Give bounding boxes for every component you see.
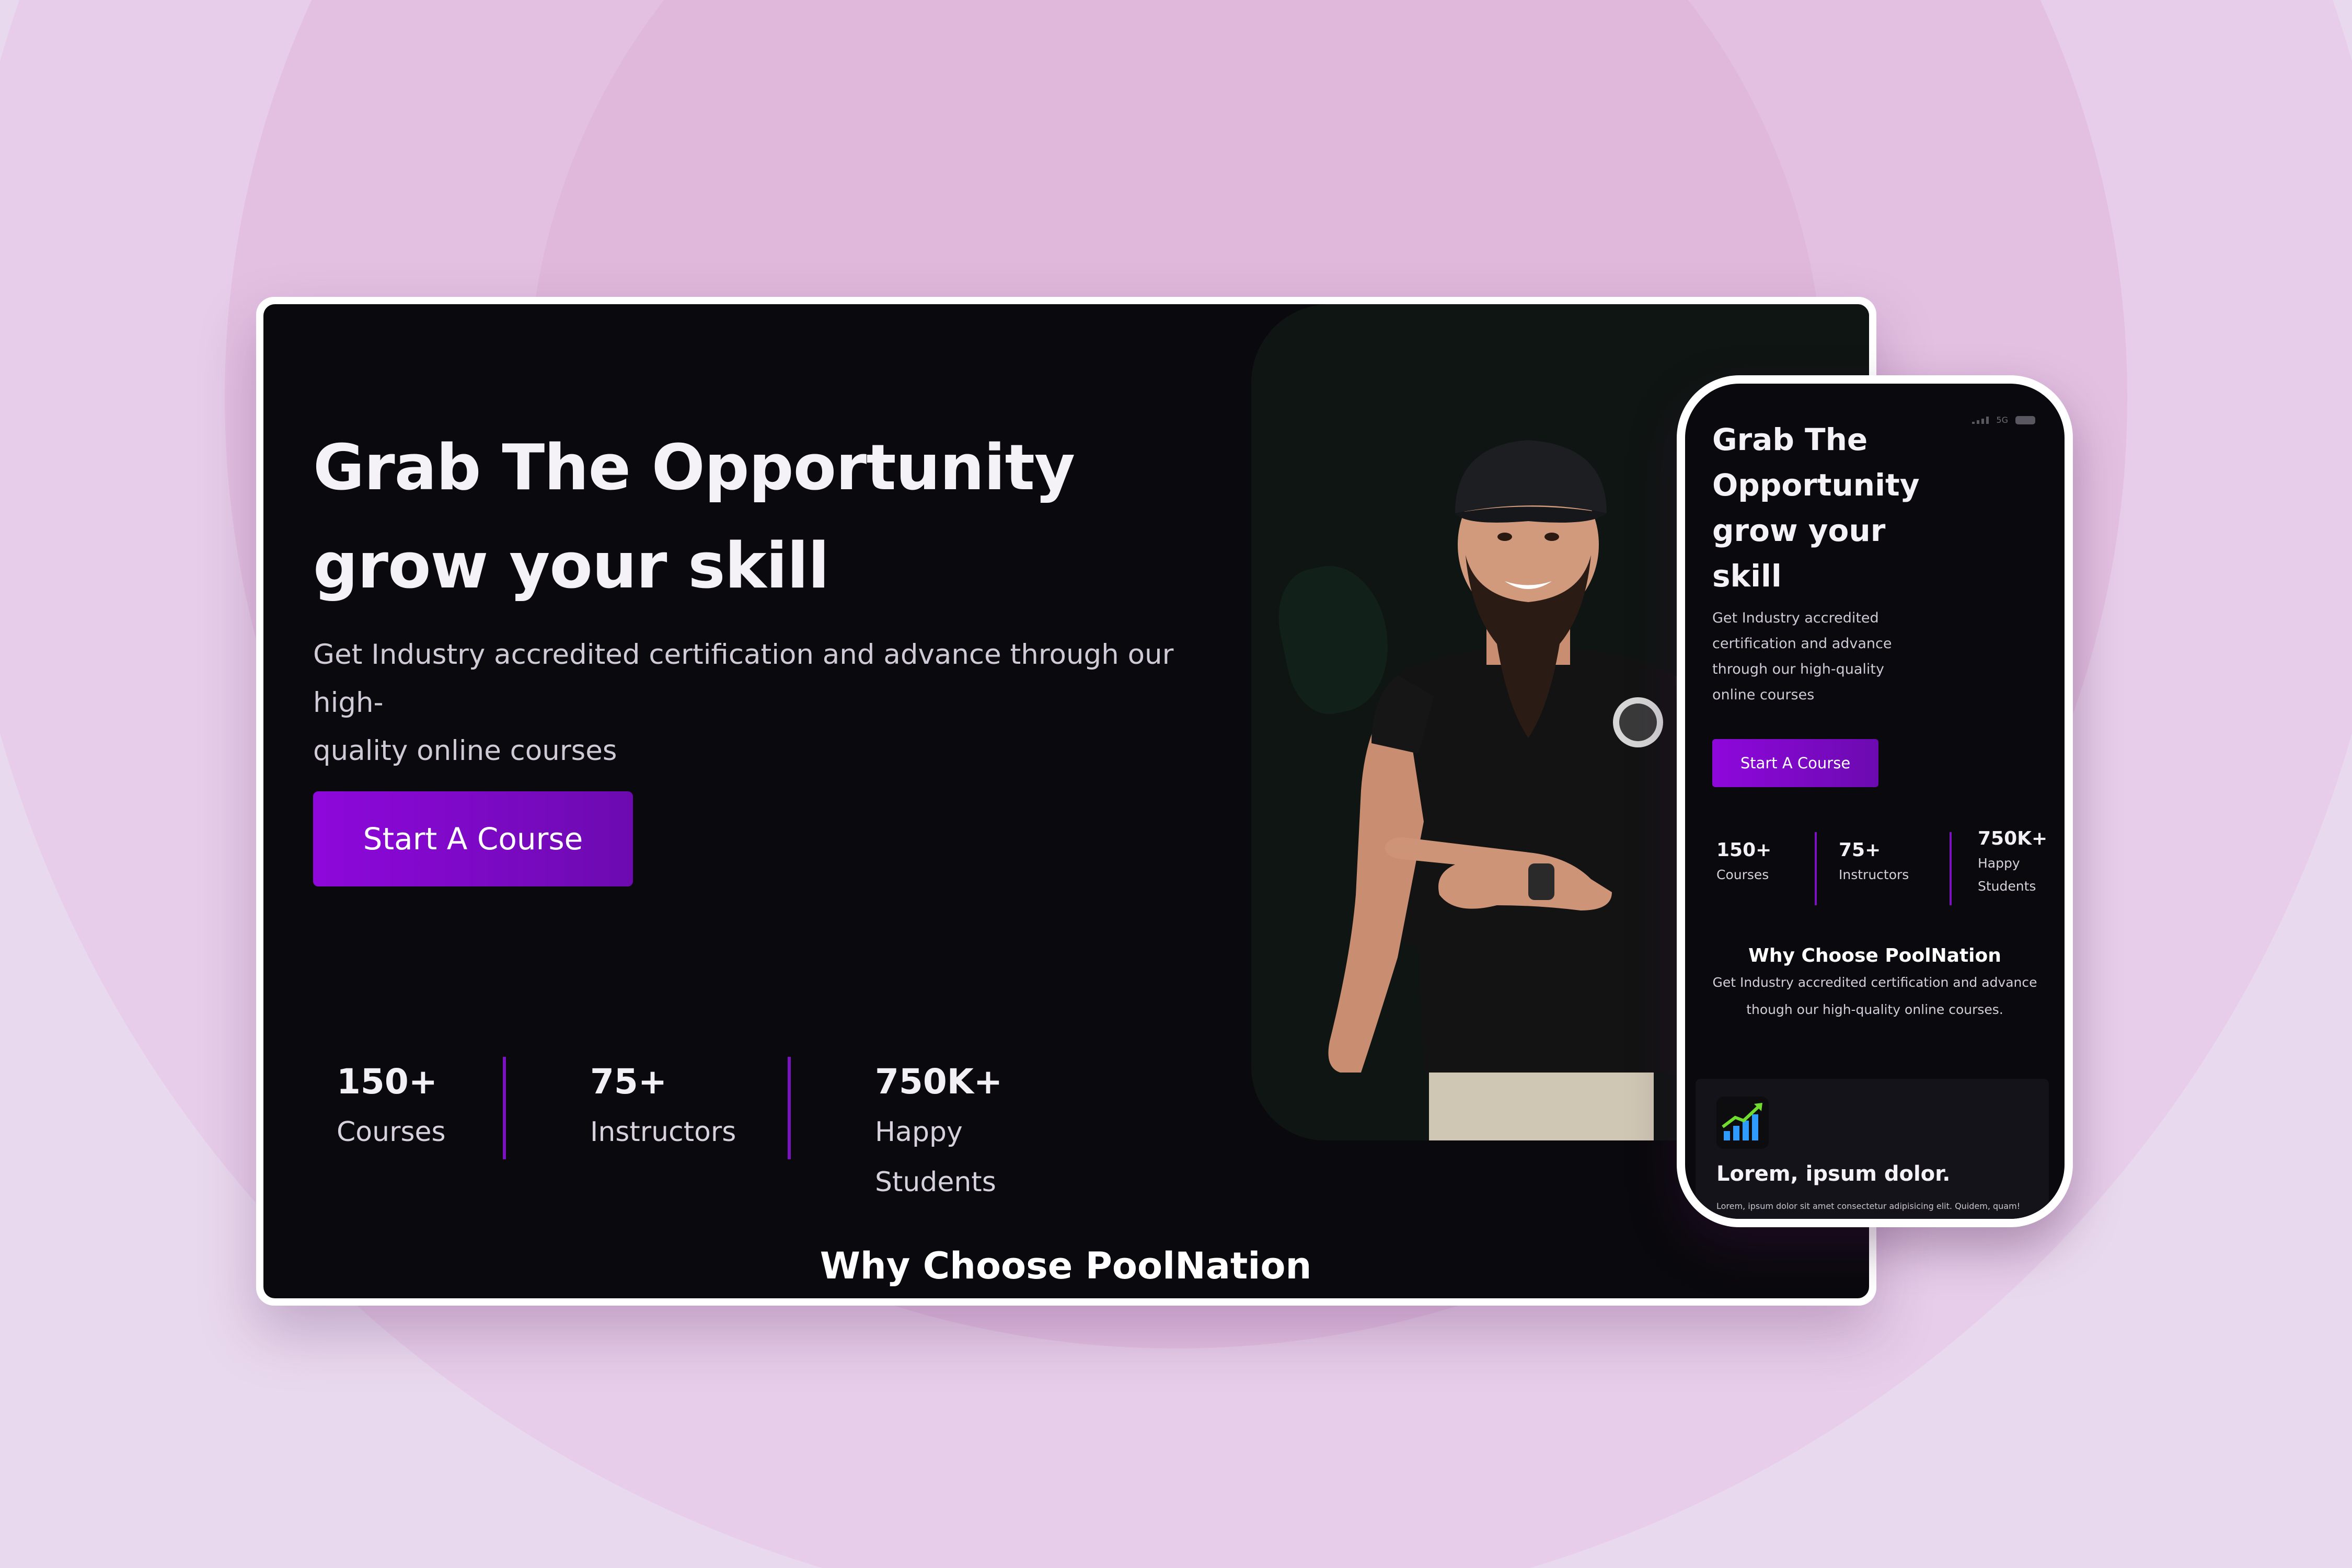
stat-value: 150+ (1716, 839, 1772, 861)
stat-value: 750K+ (1978, 828, 2048, 849)
feature-card-text: Lorem, ipsum dolor sit amet consectetur … (1716, 1201, 2021, 1211)
stat-students: 750K+ Happy Students (875, 1057, 1002, 1207)
desktop-mockup: Grab The Opportunity grow your skill Get… (256, 297, 1876, 1306)
stat-divider (788, 1057, 791, 1159)
stat-divider (1815, 832, 1817, 905)
mobile-why-choose-text: Get Industry accredited certification an… (1712, 975, 2037, 1017)
stat-courses: 150+ Courses (337, 1057, 446, 1157)
battery-icon (2015, 416, 2035, 424)
stat-label: Courses (1716, 867, 1769, 882)
feature-card: Lorem, ipsum dolor. Lorem, ipsum dolor s… (1696, 1079, 2049, 1219)
stat-value: 750K+ (875, 1062, 1003, 1102)
stat-divider (1950, 832, 1952, 905)
feature-card-title: Lorem, ipsum dolor. (1716, 1162, 1951, 1186)
why-choose-heading: Why Choose PoolNation (820, 1244, 1312, 1287)
stat-value: 150+ (337, 1062, 438, 1102)
stat-value: 75+ (1839, 839, 1881, 861)
signal-icon (1972, 416, 1989, 424)
stat-label: Happy Students (875, 1116, 996, 1198)
network-label: 5G (1996, 415, 2008, 425)
phone-screen: 5G Grab The Opportunity grow your skill … (1685, 384, 2065, 1219)
stat-instructors: 75+ Instructors (590, 1057, 736, 1157)
mobile-hero-title: Grab The Opportunity grow your skill (1712, 422, 1920, 594)
stat-label: Students (1978, 879, 2036, 894)
mobile-start-course-button[interactable]: Start A Course (1712, 739, 1878, 787)
phone-mockup: 5G Grab The Opportunity grow your skill … (1677, 375, 2073, 1227)
stat-divider (503, 1057, 506, 1159)
hero-subtitle: Get Industry accredited certification an… (313, 639, 1174, 767)
start-course-button[interactable]: Start A Course (313, 791, 633, 886)
stat-label: Instructors (1839, 867, 1909, 882)
mobile-stat-courses: 150+ Courses (1716, 837, 1771, 886)
status-bar: 5G (1972, 415, 2035, 425)
mobile-why-choose-heading: Why Choose PoolNation (1748, 945, 2001, 966)
hero-title: Grab The Opportunity grow your skill (313, 432, 1075, 603)
mobile-hero-subtitle: Get Industry accredited certification an… (1712, 610, 1892, 703)
desktop-screen: Grab The Opportunity grow your skill Get… (263, 304, 1869, 1298)
mobile-stat-instructors: 75+ Instructors (1839, 837, 1909, 886)
stat-label: Happy (1978, 856, 2020, 871)
growth-chart-icon (1716, 1097, 1769, 1149)
stat-value: 75+ (590, 1062, 667, 1102)
stat-label: Courses (337, 1116, 446, 1148)
mobile-stat-students: 750K+ Happy Students (1978, 826, 2047, 898)
stat-label: Instructors (590, 1116, 736, 1148)
